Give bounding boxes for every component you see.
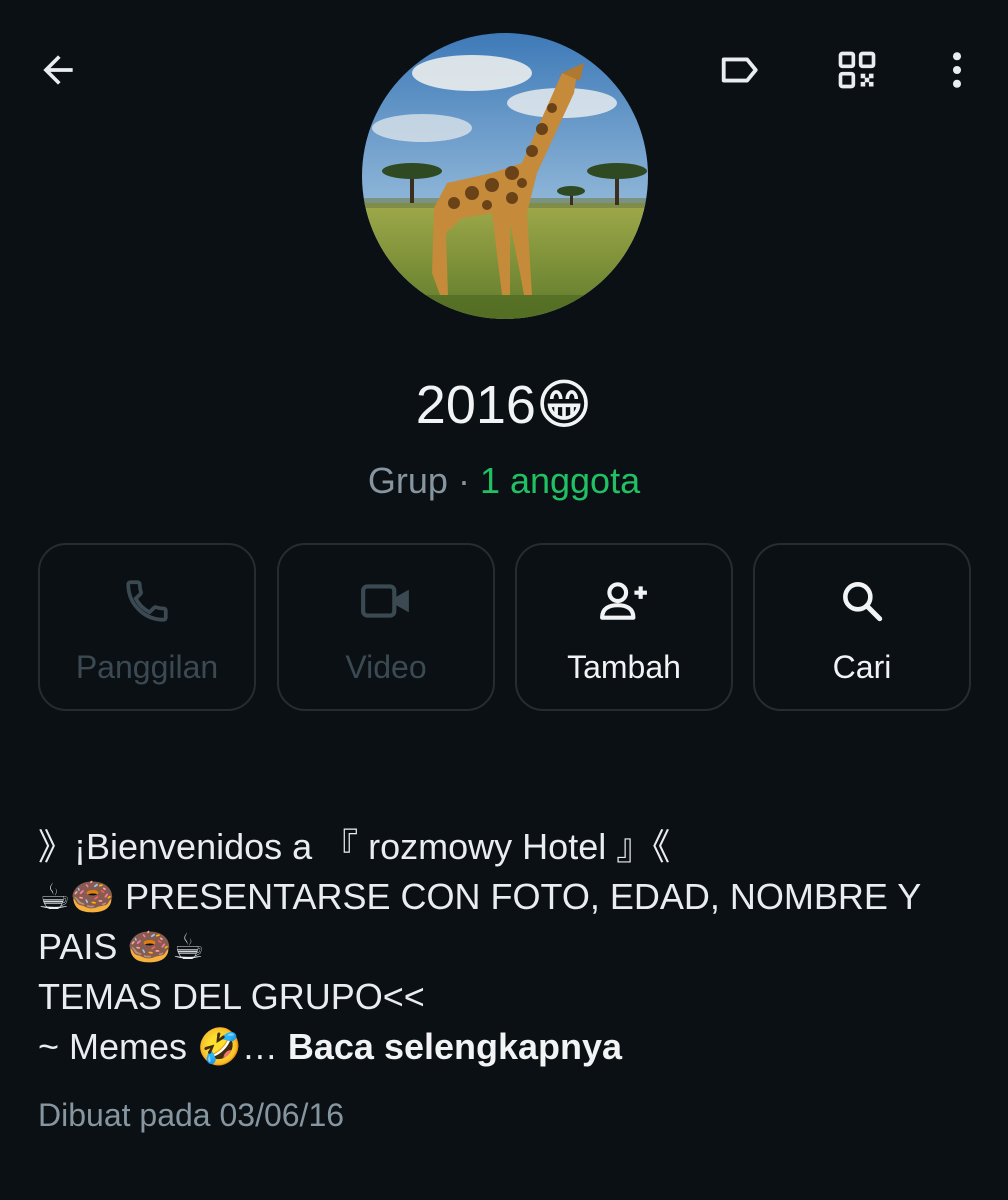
description-line-text: ~ Memes 🤣… — [38, 1026, 288, 1067]
members-count-link[interactable]: 1 anggota — [480, 460, 640, 501]
video-button[interactable]: Video — [277, 543, 495, 711]
call-button-label: Panggilan — [75, 649, 219, 685]
search-button-label: Cari — [832, 649, 892, 685]
add-member-button-label: Tambah — [567, 649, 681, 685]
more-vertical-icon — [952, 52, 962, 88]
search-button[interactable]: Cari — [753, 543, 971, 711]
add-member-button[interactable]: Tambah — [515, 543, 733, 711]
video-button-label: Video — [345, 649, 427, 685]
group-name: 2016😁 — [415, 375, 593, 435]
search-icon — [843, 582, 883, 622]
label-button[interactable] — [708, 38, 772, 102]
description-line: ~ Memes 🤣… Baca selengkapnya — [38, 1022, 978, 1072]
group-type-label: Grup — [367, 460, 448, 501]
qr-code-button[interactable] — [825, 38, 889, 102]
video-camera-icon — [361, 584, 409, 618]
back-button[interactable] — [26, 38, 90, 102]
description-line: PAIS 🍩☕ — [38, 926, 205, 967]
more-options-button[interactable] — [925, 38, 989, 102]
group-avatar[interactable] — [362, 33, 648, 319]
giraffe-photo — [362, 33, 648, 319]
description-line: TEMAS DEL GRUPO<< — [38, 976, 425, 1017]
meta-separator: · — [447, 460, 480, 501]
qr-code-icon — [838, 51, 876, 89]
created-date: Dibuat pada 03/06/16 — [38, 1097, 345, 1133]
read-more-link[interactable]: Baca selengkapnya — [288, 1026, 622, 1067]
phone-icon — [126, 580, 168, 622]
call-button[interactable]: Panggilan — [38, 543, 256, 711]
person-add-icon — [600, 582, 647, 620]
group-meta: Grup · 1 anggota — [0, 458, 1008, 504]
group-description: 》¡Bienvenidos a 『 rozmowy Hotel 』《 ☕🍩 PR… — [38, 822, 978, 1072]
arrow-left-icon — [43, 55, 73, 85]
label-tag-icon — [721, 57, 758, 83]
description-line: ☕🍩 PRESENTARSE CON FOTO, EDAD, NOMBRE Y — [38, 876, 922, 917]
description-line: 》¡Bienvenidos a 『 rozmowy Hotel 』《 — [38, 826, 671, 867]
